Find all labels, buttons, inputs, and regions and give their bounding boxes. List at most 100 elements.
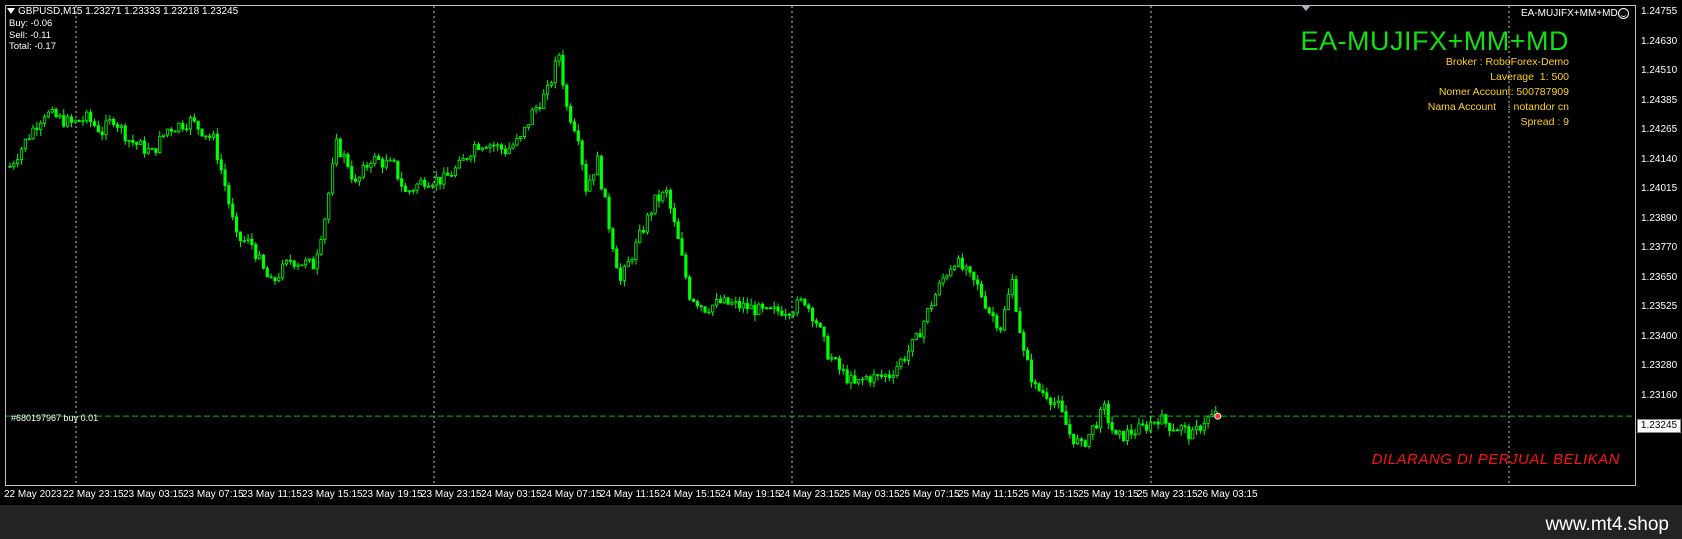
candlestick [288, 254, 292, 265]
chart-shift-marker-icon[interactable] [1301, 5, 1311, 11]
chart-window[interactable]: GBPUSD,M15 1.23271 1.23333 1.23218 1.232… [0, 0, 1682, 505]
plot-area[interactable] [5, 5, 1636, 486]
candlestick [899, 357, 903, 370]
candlestick [453, 165, 458, 178]
candlestick [818, 321, 822, 328]
candlestick [1118, 429, 1122, 440]
candlestick [35, 121, 39, 137]
candlestick [903, 355, 907, 364]
candlestick [219, 153, 223, 175]
candlestick [242, 236, 246, 244]
buy-profit: Buy: -0.06 [9, 18, 53, 29]
candlestick [745, 297, 749, 314]
order-marker-icon[interactable] [1214, 412, 1222, 420]
time-tick-label: 25 May 07:15 [899, 489, 960, 500]
candlestick [584, 159, 588, 196]
price-tick-label: 1.24140 [1641, 153, 1678, 165]
candlestick [933, 292, 938, 306]
candlestick [200, 128, 204, 138]
price-tick-label: 1.24630 [1641, 35, 1678, 47]
candlestick [995, 313, 999, 332]
price-tick-label: 1.24015 [1641, 183, 1678, 194]
candlestick [887, 370, 891, 382]
candlestick [138, 139, 143, 145]
candlestick [1056, 395, 1060, 409]
candlestick [173, 130, 177, 133]
candlestick [872, 369, 876, 388]
candlestick [204, 135, 208, 141]
candlestick [599, 154, 603, 191]
candlestick [841, 363, 845, 375]
candlestick [81, 116, 85, 126]
time-tick-label: 25 May 23:15 [1137, 489, 1198, 500]
candlestick [676, 217, 680, 240]
candlestick [415, 182, 419, 195]
candlestick [956, 255, 961, 268]
candlestick [549, 80, 554, 88]
price-chart[interactable] [6, 6, 1636, 486]
candlestick [830, 353, 834, 363]
dropdown-triangle-icon[interactable] [7, 8, 15, 15]
candlestick [553, 56, 557, 89]
candlestick [1152, 421, 1156, 426]
candlestick [346, 152, 350, 169]
candlestick [895, 361, 899, 379]
symbol-header: GBPUSD,M15 1.23271 1.23333 1.23218 1.232… [7, 6, 238, 17]
candlestick [1160, 409, 1164, 425]
candlestick [814, 318, 819, 328]
candlestick [238, 231, 242, 248]
candlestick [526, 124, 531, 131]
candlestick [1087, 433, 1091, 449]
candlestick [684, 252, 688, 280]
price-tick-label: 1.23400 [1641, 330, 1678, 342]
candlestick [311, 256, 315, 270]
expert-advisor-name[interactable]: EA-MUJIFX+MM+MD [1521, 8, 1618, 19]
candlestick [77, 119, 81, 122]
time-tick-label: 25 May 15:15 [1018, 489, 1079, 500]
candlestick [211, 130, 216, 141]
candlestick [834, 356, 838, 360]
smiley-icon[interactable] [1618, 8, 1629, 19]
candlestick [62, 109, 66, 128]
total-profit: Total: -0.17 [9, 41, 56, 52]
candlestick [1156, 418, 1160, 430]
candlestick [761, 302, 765, 313]
time-tick-label: 22 May 2023 [4, 489, 62, 500]
candlestick [522, 126, 527, 140]
candlestick [265, 266, 269, 278]
price-tick-label: 1.24385 [1641, 94, 1678, 106]
order-line-label[interactable]: #680197967 buy 0.01 [11, 413, 98, 423]
candlestick [104, 114, 108, 141]
candlestick [403, 182, 408, 192]
price-tick-label: 1.23770 [1641, 242, 1678, 253]
candlestick [546, 79, 550, 101]
account-name-info: Nama Account : notandor cn [1427, 101, 1569, 113]
candlestick [1010, 273, 1014, 299]
candlestick [496, 142, 500, 151]
candlestick [1052, 397, 1057, 409]
candlestick [530, 107, 534, 126]
candlestick [227, 182, 231, 209]
candlestick [158, 130, 162, 154]
candlestick [576, 124, 580, 146]
candlestick [776, 303, 780, 316]
candlestick [661, 190, 665, 204]
candlestick [461, 153, 465, 161]
candlestick [277, 272, 281, 283]
candlestick [983, 290, 987, 310]
candlestick [284, 259, 289, 267]
candlestick [1198, 424, 1202, 434]
price-tick-label: 1.24265 [1641, 124, 1678, 135]
candlestick [976, 274, 980, 291]
candlestick [768, 306, 772, 310]
candlestick [1072, 433, 1076, 448]
candlestick [353, 174, 358, 184]
candlestick [630, 257, 634, 265]
candlestick [1110, 416, 1114, 434]
time-tick-label: 24 May 23:15 [779, 489, 840, 500]
candlestick [1106, 400, 1110, 430]
candlestick [357, 176, 362, 186]
candlestick [135, 141, 139, 150]
candlestick [31, 124, 35, 140]
candlestick [1164, 413, 1168, 428]
